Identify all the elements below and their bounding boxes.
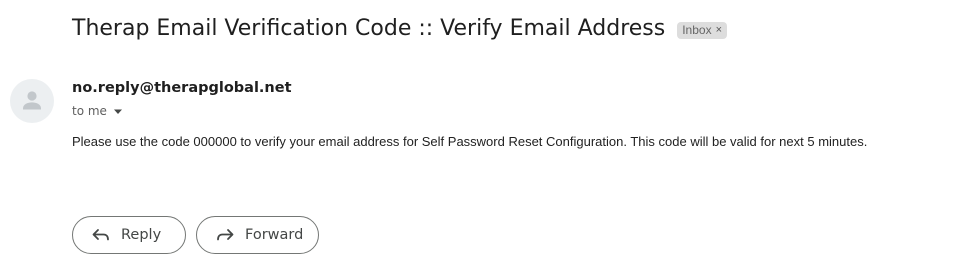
- inbox-label-chip[interactable]: Inbox ×: [677, 21, 728, 39]
- sender-address[interactable]: no.reply@therapglobal.net: [72, 80, 292, 96]
- caret-down-icon[interactable]: [113, 104, 123, 118]
- forward-label: Forward: [245, 227, 304, 243]
- reply-button[interactable]: Reply: [72, 216, 186, 254]
- inbox-label-text: Inbox: [682, 22, 712, 37]
- email-subject: Therap Email Verification Code :: Verify…: [72, 16, 666, 41]
- reply-label: Reply: [121, 227, 162, 243]
- message-actions: Reply Forward: [72, 216, 319, 254]
- remove-label-icon[interactable]: ×: [716, 23, 722, 37]
- email-body: Please use the code 000000 to verify you…: [72, 134, 868, 149]
- recipient-text: to me: [72, 104, 107, 118]
- sender-avatar[interactable]: [10, 79, 54, 123]
- reply-arrow-icon: [91, 227, 111, 243]
- person-icon: [23, 91, 41, 110]
- recipient-row: to me: [72, 104, 123, 118]
- forward-button[interactable]: Forward: [196, 216, 319, 254]
- forward-arrow-icon: [215, 227, 235, 243]
- subject-row: Therap Email Verification Code :: Verify…: [72, 16, 728, 41]
